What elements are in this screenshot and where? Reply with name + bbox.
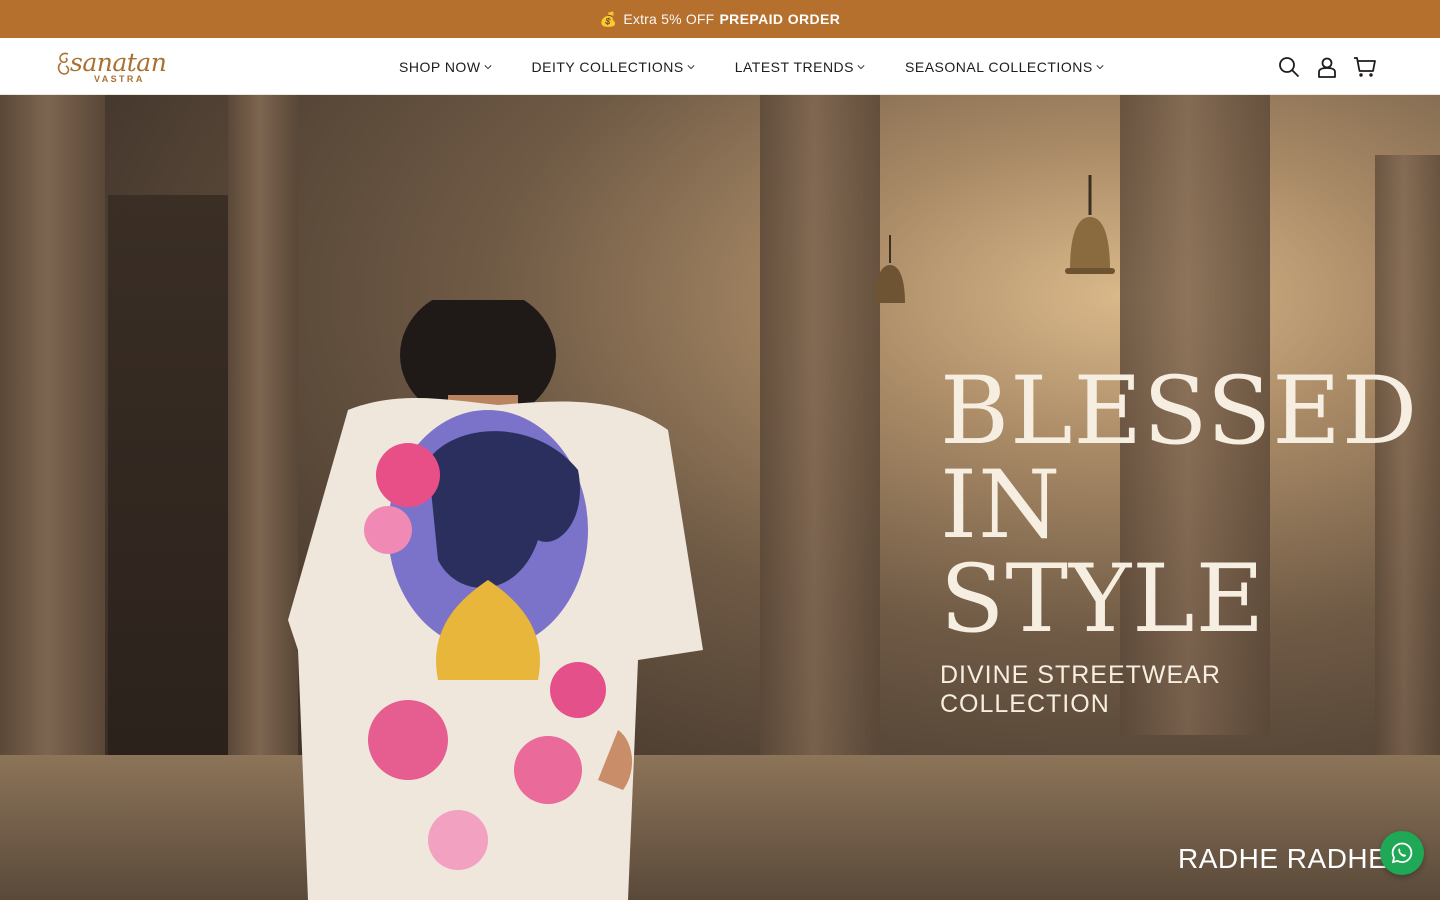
brand-logo[interactable]: sanatan VASTRA: [56, 48, 176, 86]
nav-latest-trends[interactable]: LATEST TRENDS: [735, 59, 865, 75]
announcement-highlight: PREPAID ORDER: [719, 11, 841, 27]
hero-banner[interactable]: BLESSED IN STYLE DIVINE STREETWEAR COLLE…: [0, 95, 1440, 900]
account-button[interactable]: [1314, 54, 1340, 80]
cart-icon: [1354, 57, 1376, 77]
hero-title-line1: BLESSED: [940, 357, 1419, 466]
header-icons: [1264, 54, 1378, 80]
whatsapp-chat-button[interactable]: [1380, 831, 1424, 875]
temple-floor: [0, 755, 1440, 900]
whatsapp-icon: [1391, 842, 1413, 864]
logo-wordmark: sanatan: [70, 48, 167, 77]
temple-doorway: [108, 195, 228, 755]
nav-label: DEITY COLLECTIONS: [531, 58, 684, 75]
search-button[interactable]: [1276, 54, 1302, 80]
nav-label: LATEST TRENDS: [734, 58, 855, 75]
model-tshirt-illustration: [288, 300, 703, 900]
announcement-text: Extra 5% OFF: [623, 11, 715, 27]
scrolling-marquee-text: RADHE RADHE -: [1178, 843, 1406, 874]
chevron-down-icon: [857, 64, 865, 69]
hero-title-line2: IN STYLE: [940, 451, 1266, 654]
hero-subtitle: DIVINE STREETWEAR COLLECTION: [940, 661, 1221, 718]
cart-button[interactable]: [1352, 54, 1378, 80]
site-header: sanatan VASTRA SHOP NOW DEITY COLLECTION…: [0, 38, 1440, 95]
nav-label: SHOP NOW: [399, 58, 481, 75]
search-icon: [1279, 57, 1299, 77]
chevron-down-icon: [483, 64, 492, 69]
nav-deity-collections[interactable]: DEITY COLLECTIONS: [532, 59, 695, 75]
bell-icon: [1065, 175, 1115, 274]
chevron-down-icon: [1096, 64, 1104, 69]
account-icon: [1318, 57, 1336, 78]
money-bag-icon: 💰: [599, 10, 618, 27]
announcement-bar: 💰 Extra 5% OFF PREPAID ORDER: [0, 0, 1440, 38]
nav-seasonal-collections[interactable]: SEASONAL COLLECTIONS: [905, 59, 1104, 75]
logo-subtitle: VASTRA: [94, 74, 145, 84]
chevron-down-icon: [687, 64, 695, 69]
nav-label: SEASONAL COLLECTIONS: [905, 58, 1093, 75]
bell-icon: [875, 235, 905, 303]
main-nav: SHOP NOW DEITY COLLECTIONS LATEST TRENDS…: [399, 38, 1144, 95]
nav-shop-now[interactable]: SHOP NOW: [399, 59, 492, 75]
hero-headline: BLESSED IN STYLE DIVINE STREETWEAR COLLE…: [940, 357, 1419, 719]
temple-pillar: [760, 95, 880, 795]
